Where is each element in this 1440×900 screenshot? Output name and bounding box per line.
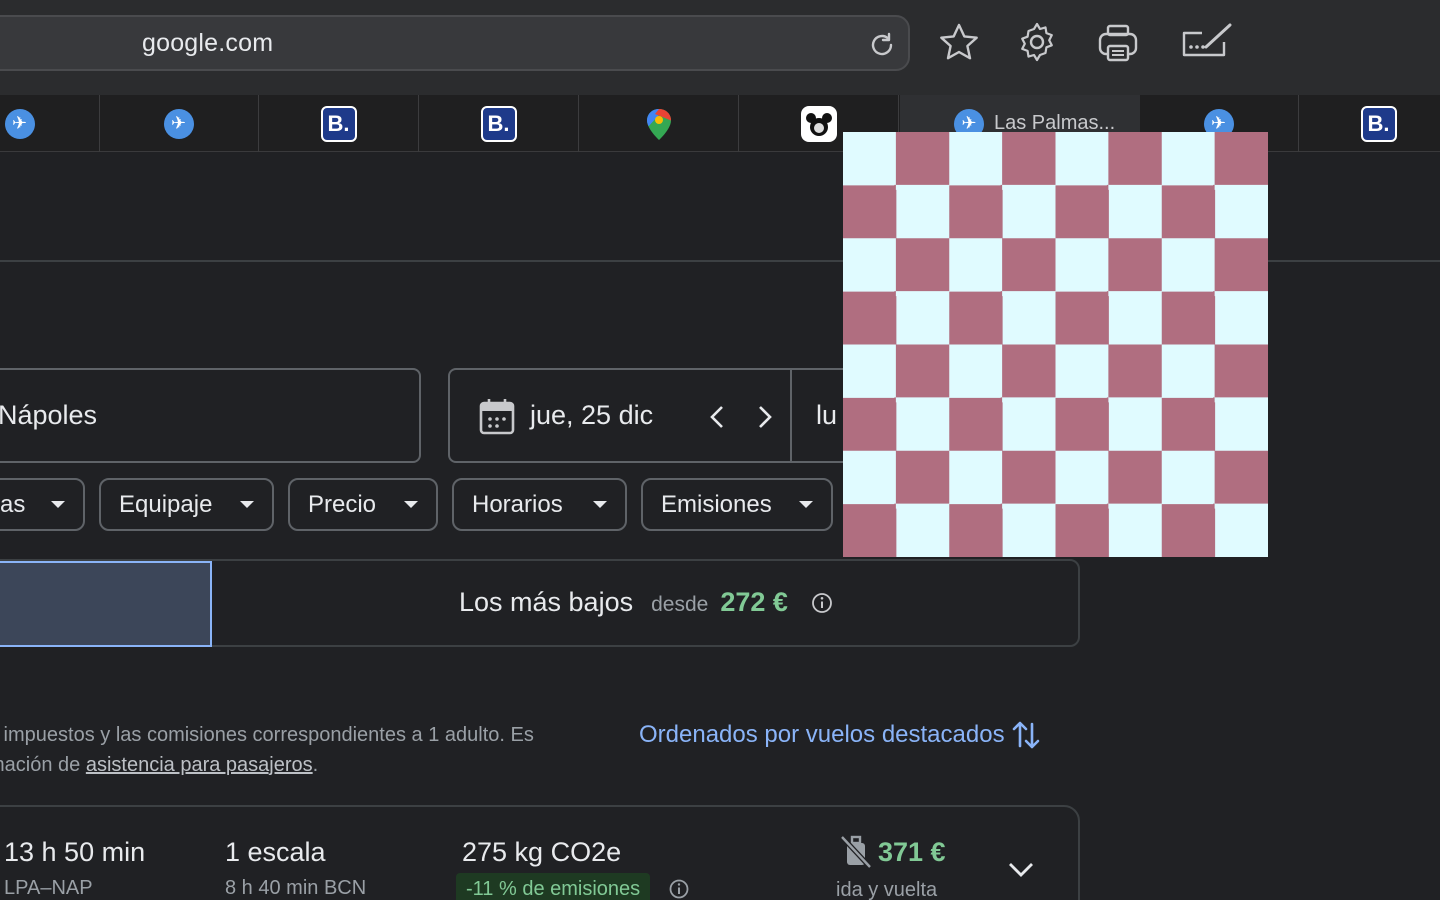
trip-type: ida y vuelta [836,879,938,900]
return-date[interactable]: lu [816,400,837,431]
co2-value: 275 kg CO2e [462,837,622,867]
cheapest-price: 272 € [720,587,788,617]
price-notice: s impuestos y las comisiones correspondi… [0,720,608,780]
mickey-icon [800,105,837,142]
no-bag-icon [840,835,872,869]
tab-best-flights[interactable] [0,561,212,647]
dropdown-caret-icon [404,501,418,508]
chip-label: as [0,490,26,518]
depart-date: jue, 25 dic [530,400,654,430]
chip-label: Horarios [472,490,563,518]
tab-flights-1[interactable]: ✈ [0,95,100,152]
flight-price: 371 € [878,837,946,867]
dropdown-caret-icon [799,501,813,508]
flight-stops: 1 escala [225,837,326,867]
date-separator [790,370,792,461]
tab-flights-2[interactable]: ✈ [99,95,259,152]
filter-chip-price[interactable]: Precio [288,478,438,531]
emissions-badge: -11 % de emisiones [456,873,651,900]
tab-cheapest[interactable]: Los más bajos desde 272 € [459,587,788,618]
chevron-right-icon[interactable] [750,400,780,434]
dropdown-caret-icon [593,501,607,508]
plane-icon: ✈ [163,108,194,139]
star-icon[interactable] [936,20,982,66]
edit-icon[interactable] [1180,20,1232,66]
chip-label: Precio [308,490,377,518]
filter-chip-times[interactable]: Horarios [452,478,627,531]
notice-line-2: mación de asistencia para pasajeros. [0,750,608,780]
dropdown-caret-icon [51,501,65,508]
tab-booking-3[interactable]: B. [1299,95,1440,152]
chevron-down-icon[interactable] [1004,857,1038,881]
filter-chip-emissions[interactable]: Emisiones [641,478,833,531]
passenger-assistance-link[interactable]: asistencia para pasajeros [86,754,313,776]
sort-tabs: Los más bajos desde 272 € [0,559,1080,647]
url-text[interactable]: google.com [142,29,273,58]
filter-chip-baggage[interactable]: Equipaje [99,478,274,531]
notice-prefix: mación de [0,754,81,776]
date-field[interactable]: jue, 25 dic lu [448,368,888,463]
chevron-left-icon[interactable] [702,400,732,434]
notice-line-1: s impuestos y las comisiones correspondi… [0,724,534,746]
destination-value: Nápoles [0,400,98,430]
destination-field[interactable]: Nápoles [0,368,421,463]
calendar-icon [479,399,515,435]
tab-booking-2[interactable]: B. [419,95,579,152]
sort-order-label: Ordenados por vuelos destacados [639,721,1005,748]
address-bar[interactable]: google.com [0,15,910,71]
flight-route: LPA–NAP [4,877,93,899]
cheapest-label: Los más bajos [459,587,634,617]
flight-result-card[interactable]: 13 h 50 min LPA–NAP 1 escala 8 h 40 min … [0,805,1080,900]
stop-detail: 8 h 40 min BCN [225,877,367,899]
maps-pin-icon [646,108,671,140]
booking-icon: B. [480,105,517,142]
checkerboard-overlay [843,132,1268,557]
info-icon[interactable] [810,591,834,615]
sort-arrows-icon [1012,721,1039,749]
gear-icon[interactable] [1014,20,1060,66]
tab-maps[interactable] [579,95,739,152]
chip-label: Equipaje [119,490,213,518]
plane-icon: ✈ [4,108,35,139]
browser-toolbar: google.com [0,0,1440,95]
from-label: desde [651,593,709,616]
tab-booking-1[interactable]: B. [259,95,419,152]
reload-icon[interactable] [864,27,900,63]
flight-duration: 13 h 50 min [4,837,146,867]
dropdown-caret-icon [240,501,254,508]
printer-icon[interactable] [1095,20,1141,66]
notice-suffix: . [312,754,319,776]
booking-icon: B. [320,105,357,142]
chip-label: Emisiones [661,490,772,518]
sort-order-button[interactable]: Ordenados por vuelos destacados [639,718,1041,752]
booking-icon: B. [1360,105,1397,142]
info-icon[interactable] [668,878,690,900]
filter-chip-airlines[interactable]: as [0,478,85,531]
